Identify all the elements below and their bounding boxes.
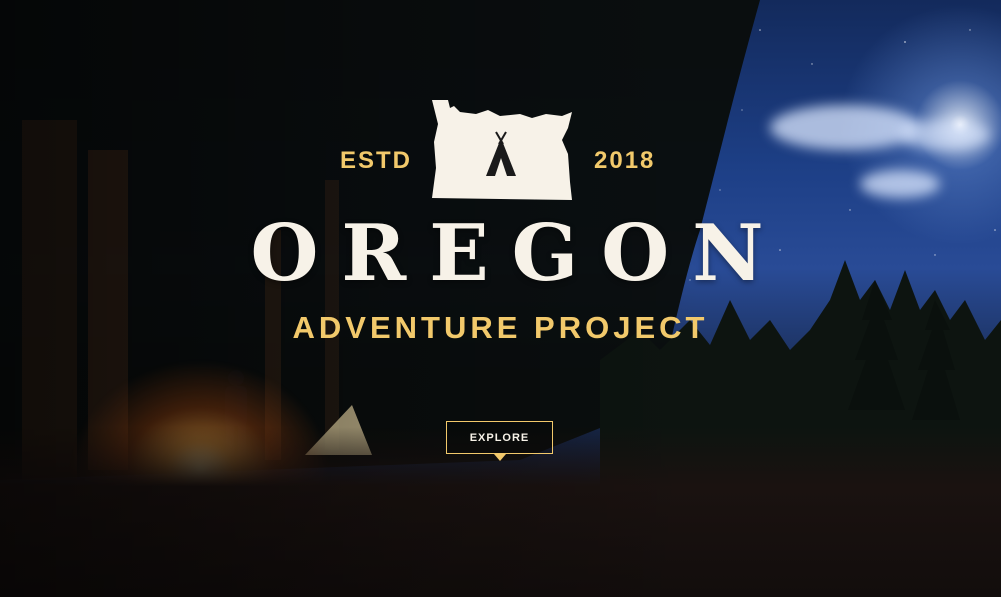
hero-title: OREGON	[250, 208, 787, 299]
hero-subtitle: ADVENTURE PROJECT	[292, 310, 709, 345]
oregon-state-tent-icon	[432, 100, 572, 200]
estd-label: ESTD	[340, 147, 413, 174]
hero: ESTD 2018 OREGON ADVENTURE PROJECT EXPLO…	[0, 0, 1001, 597]
explore-button[interactable]: EXPLORE	[446, 421, 553, 454]
year-label: 2018	[594, 147, 656, 174]
chevron-down-icon	[494, 454, 506, 461]
